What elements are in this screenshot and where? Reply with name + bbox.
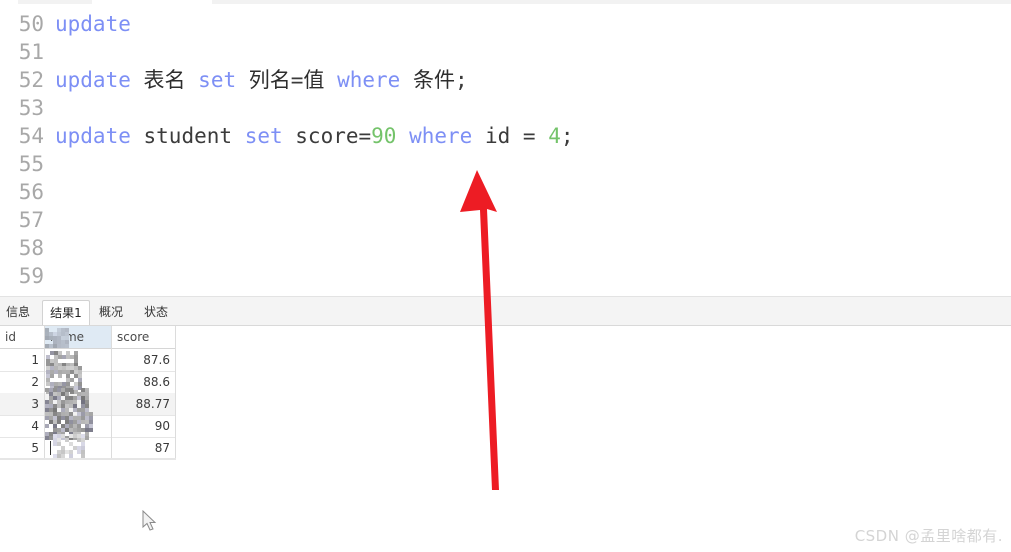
- line-number: 50: [18, 12, 44, 36]
- code-token: =: [290, 68, 304, 92]
- code-line[interactable]: update student set score=90 where id = 4…: [55, 122, 574, 150]
- cell-name[interactable]: [45, 371, 111, 393]
- line-number: 58: [18, 236, 44, 260]
- code-token: id: [484, 124, 511, 148]
- code-token: 条件: [412, 68, 455, 92]
- code-token: set: [244, 124, 283, 148]
- line-number: 53: [18, 96, 44, 120]
- column-header-id[interactable]: id: [0, 326, 44, 348]
- cell-id[interactable]: 2: [0, 371, 44, 393]
- column-header-score[interactable]: score: [112, 326, 176, 348]
- line-number: 54: [18, 124, 44, 148]
- cell-score[interactable]: 88.77: [112, 393, 175, 415]
- line-number: 52: [18, 68, 44, 92]
- code-token: 值: [303, 68, 325, 92]
- results-tab[interactable]: 状态: [134, 300, 178, 325]
- grid-vline-2: [111, 326, 112, 458]
- code-token: update: [55, 124, 131, 148]
- line-number: 51: [18, 40, 44, 64]
- table-row[interactable]: 1 87.6: [0, 349, 176, 371]
- code-token: 表名: [143, 68, 186, 92]
- table-row[interactable]: 2 88.6: [0, 371, 176, 393]
- code-token: student: [143, 124, 233, 148]
- code-token: update: [55, 68, 131, 92]
- results-tab-label: 信息: [5, 305, 30, 319]
- code-token: set: [198, 68, 237, 92]
- cell-name[interactable]: [45, 437, 111, 459]
- csdn-watermark: CSDN @孟里啥都有.: [854, 527, 1003, 545]
- cell-score[interactable]: 87.6: [112, 349, 175, 371]
- cell-id[interactable]: 1: [0, 349, 44, 371]
- screenshot-root: 50 update 51 52 update 表名 set 列名=值 where 条件;…: [0, 0, 1011, 552]
- code-token: update: [55, 12, 131, 36]
- mouse-cursor: [142, 510, 157, 531]
- code-token: ;: [560, 124, 574, 148]
- annotation-arrow: [460, 170, 499, 490]
- grid-vline-3: [175, 326, 176, 458]
- cell-name[interactable]: [45, 349, 111, 371]
- results-tab-label: 概况: [98, 305, 123, 319]
- cell-score[interactable]: 88.6: [112, 371, 175, 393]
- code-token: where: [337, 68, 401, 92]
- code-token: 列名: [248, 68, 291, 92]
- results-grid-header: id name score: [0, 326, 176, 349]
- line-number: 55: [18, 152, 44, 176]
- grid-vline-1: [44, 326, 45, 458]
- code-token: score: [295, 124, 359, 148]
- table-row[interactable]: 5 87: [0, 437, 176, 459]
- cell-name[interactable]: [45, 415, 111, 437]
- column-header-score-label: score: [117, 330, 150, 344]
- code-token: =: [510, 124, 549, 148]
- code-token: 90: [371, 124, 397, 148]
- results-tab-label: 结果1: [50, 306, 82, 320]
- text-caret: [50, 441, 51, 455]
- table-row[interactable]: 3 88.77: [0, 393, 176, 415]
- table-row[interactable]: 4 90: [0, 415, 176, 437]
- line-number: 59: [18, 264, 44, 288]
- column-header-id-label: id: [5, 330, 16, 344]
- code-line[interactable]: update: [55, 10, 131, 38]
- column-header-name[interactable]: name: [45, 326, 111, 348]
- cell-id[interactable]: 4: [0, 415, 44, 437]
- grid-row-line: [0, 459, 176, 460]
- line-number: 56: [18, 180, 44, 204]
- code-token: =: [358, 124, 372, 148]
- results-tab-label: 状态: [143, 305, 168, 319]
- code-line[interactable]: update 表名 set 列名=值 where 条件;: [55, 66, 468, 94]
- code-token: where: [409, 124, 473, 148]
- results-tab[interactable]: 信息: [0, 300, 40, 325]
- cell-score[interactable]: 87: [112, 437, 175, 459]
- results-tab[interactable]: 概况: [90, 300, 132, 325]
- grid-bottom-line: [0, 458, 176, 459]
- line-number: 57: [18, 208, 44, 232]
- code-token: ;: [454, 68, 468, 92]
- results-tab[interactable]: 结果1: [42, 300, 90, 326]
- code-token: 4: [548, 124, 561, 148]
- cell-id[interactable]: 3: [0, 393, 44, 415]
- cell-id[interactable]: 5: [0, 437, 44, 459]
- cell-name[interactable]: [45, 393, 111, 415]
- column-header-name-label: name: [50, 330, 85, 344]
- cell-score[interactable]: 90: [112, 415, 175, 437]
